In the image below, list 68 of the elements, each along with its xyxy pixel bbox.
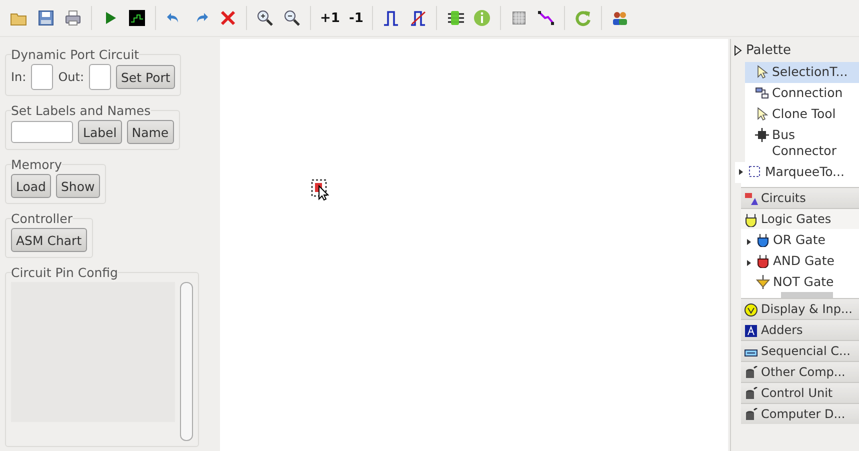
palette-drawer[interactable]: Computer D... — [741, 403, 859, 424]
group-title: Dynamic Port Circuit — [11, 47, 140, 62]
field-label: Out: — [58, 70, 84, 84]
field-label: In: — [11, 70, 26, 84]
adder-icon — [744, 324, 758, 338]
group-title: Set Labels and Names — [11, 103, 151, 118]
meter-icon — [744, 302, 758, 316]
palette-drawer[interactable]: Control Unit — [741, 382, 859, 403]
stack-icon — [744, 386, 758, 400]
save-icon[interactable] — [37, 9, 55, 27]
group-button[interactable]: Label — [78, 120, 122, 144]
pulse-icon[interactable] — [382, 9, 400, 27]
print-icon[interactable] — [64, 9, 82, 27]
plug-icon — [756, 254, 770, 268]
expand-arrow-icon[interactable] — [745, 239, 753, 245]
plug-icon — [744, 212, 758, 226]
palette-tool[interactable]: MarqueeTo... — [735, 162, 859, 183]
palette-drawer[interactable]: Other Comp... — [741, 361, 859, 382]
input-field[interactable] — [31, 64, 54, 90]
palette-drawer[interactable]: Logic Gates — [741, 208, 859, 229]
palette-drawer[interactable]: Display & Inp... — [741, 298, 859, 319]
plug-icon — [756, 233, 770, 247]
grid-icon[interactable] — [510, 9, 528, 27]
palette-tool[interactable]: Clone Tool — [745, 104, 859, 125]
group-button[interactable]: Show — [56, 174, 100, 198]
stack-icon — [744, 366, 758, 380]
toolbar-button[interactable]: +1 — [320, 10, 340, 26]
zoom-out-icon[interactable] — [283, 9, 301, 27]
arrow-cursor-icon — [755, 65, 769, 79]
palette-item[interactable]: OR Gate — [741, 229, 859, 250]
group-title: Memory — [11, 157, 62, 172]
shapes-icon — [744, 192, 758, 206]
input-field[interactable] — [11, 121, 73, 143]
palette-tool[interactable]: Bus Connector — [745, 125, 859, 162]
arrow-cursor-icon — [755, 107, 769, 121]
oscilloscope-icon[interactable] — [128, 9, 146, 27]
wire-icon[interactable] — [537, 9, 556, 27]
collapse-arrow-icon[interactable] — [734, 45, 742, 56]
toolbar-button[interactable]: -1 — [348, 10, 364, 26]
zoom-in-icon[interactable] — [256, 9, 274, 27]
input-field[interactable] — [89, 64, 111, 90]
palette-item[interactable]: AND Gate — [741, 250, 859, 271]
chip-icon[interactable] — [446, 9, 464, 27]
connection-icon — [755, 86, 769, 100]
group-button[interactable]: Name — [126, 120, 174, 144]
group-title: Circuit Pin Config — [11, 265, 118, 280]
not-gate-icon — [756, 275, 770, 289]
palette-tool[interactable]: SelectionT... — [745, 62, 859, 83]
stack-icon — [744, 408, 758, 422]
palette-tool[interactable]: Connection — [745, 83, 859, 104]
delete-icon[interactable] — [219, 9, 237, 27]
group-button[interactable]: Set Port — [116, 65, 176, 89]
selected-component-icon[interactable] — [311, 179, 329, 201]
crossed-pulse-icon[interactable] — [409, 9, 428, 27]
marquee-icon — [748, 165, 762, 179]
palette-drawer[interactable]: Adders — [741, 319, 859, 340]
group-button[interactable]: Load — [11, 174, 51, 198]
group-button[interactable]: ASM Chart — [11, 228, 87, 252]
expand-arrow-icon[interactable] — [737, 169, 745, 175]
bus-connector-icon — [755, 128, 769, 142]
scrollbar[interactable] — [180, 282, 193, 441]
palette-item[interactable]: NOT Gate — [741, 271, 859, 292]
palette-title: Palette — [746, 43, 792, 58]
expand-arrow-icon[interactable] — [745, 260, 753, 266]
palette-drawer[interactable]: Circuits — [741, 187, 859, 208]
palette-drawer[interactable]: Sequencial C... — [741, 340, 859, 361]
users-icon[interactable] — [611, 9, 630, 27]
group-title: Controller — [11, 211, 72, 226]
